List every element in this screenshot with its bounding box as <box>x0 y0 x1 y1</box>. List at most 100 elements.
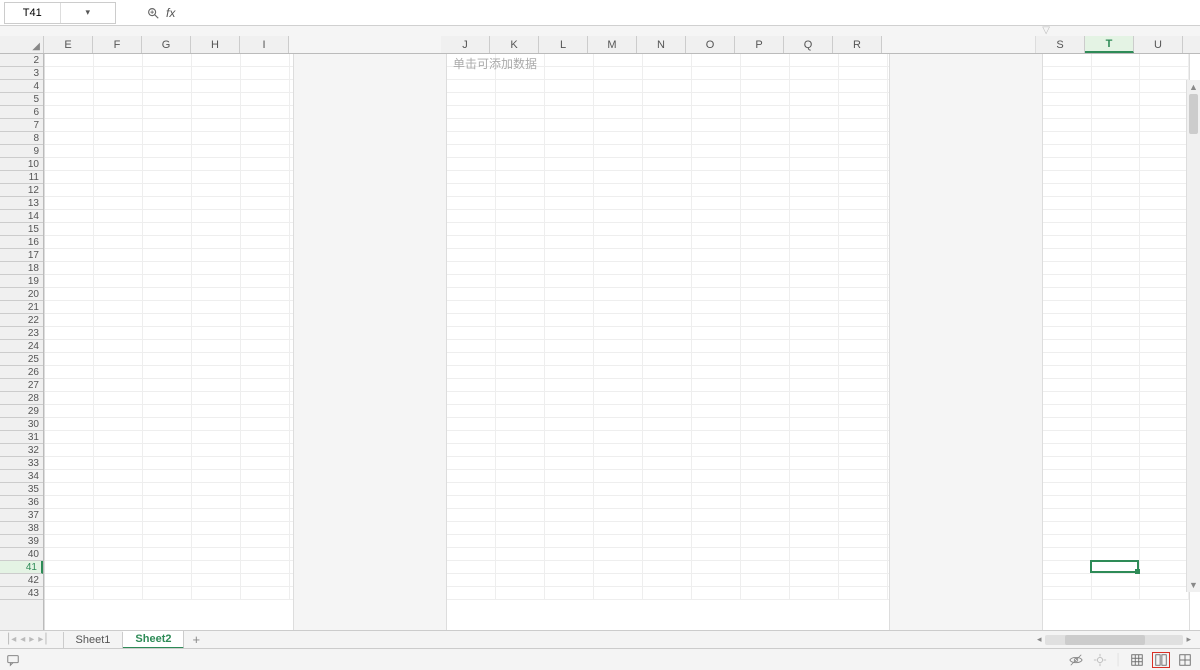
column-header-P[interactable]: P <box>735 36 784 53</box>
row-header-2[interactable]: 2 <box>0 54 43 67</box>
normal-view-button[interactable] <box>1128 652 1146 668</box>
row-header-30[interactable]: 30 <box>0 418 43 431</box>
row-header-43[interactable]: 43 <box>0 587 43 600</box>
scroll-track[interactable] <box>1187 94 1200 578</box>
column-header-F[interactable]: F <box>93 36 142 53</box>
tab-prev-icon[interactable]: ◂ <box>20 634 25 645</box>
column-header-R[interactable]: R <box>833 36 882 53</box>
row-header-37[interactable]: 37 <box>0 509 43 522</box>
target-icon[interactable] <box>1091 652 1109 668</box>
tab-next-icon[interactable]: ▸ <box>29 634 34 645</box>
row-header-40[interactable]: 40 <box>0 548 43 561</box>
row-header-36[interactable]: 36 <box>0 496 43 509</box>
sheet-tab-sheet1[interactable]: Sheet1 <box>63 632 124 648</box>
page-layout-view-button[interactable] <box>1152 652 1170 668</box>
row-header-7[interactable]: 7 <box>0 119 43 132</box>
column-header-U[interactable]: U <box>1134 36 1183 53</box>
row-header-10[interactable]: 10 <box>0 158 43 171</box>
page-gap <box>890 54 1042 632</box>
row-header-29[interactable]: 29 <box>0 405 43 418</box>
row-header-6[interactable]: 6 <box>0 106 43 119</box>
page-gap <box>294 54 446 632</box>
split-marker-icon[interactable]: ▽ <box>1042 25 1050 36</box>
hscroll-thumb[interactable] <box>1065 635 1145 645</box>
hscroll-left-icon[interactable]: ◂ <box>1034 634 1045 645</box>
page-block-2: 单击可添加数据 <box>446 54 890 632</box>
row-header-5[interactable]: 5 <box>0 93 43 106</box>
row-header-38[interactable]: 38 <box>0 522 43 535</box>
fx-button[interactable]: fx <box>166 6 175 20</box>
row-header-20[interactable]: 20 <box>0 288 43 301</box>
column-header-O[interactable]: O <box>686 36 735 53</box>
row-header-34[interactable]: 34 <box>0 470 43 483</box>
row-header-28[interactable]: 28 <box>0 392 43 405</box>
formula-input[interactable] <box>183 3 1200 23</box>
row-header-42[interactable]: 42 <box>0 574 43 587</box>
row-header-3[interactable]: 3 <box>0 67 43 80</box>
ruler-strip: ▽ <box>0 26 1200 36</box>
column-header-S[interactable]: S <box>1036 36 1085 53</box>
row-header-26[interactable]: 26 <box>0 366 43 379</box>
row-header-15[interactable]: 15 <box>0 223 43 236</box>
row-header-33[interactable]: 33 <box>0 457 43 470</box>
row-header-18[interactable]: 18 <box>0 262 43 275</box>
eye-icon[interactable] <box>1067 652 1085 668</box>
select-all-corner[interactable]: ◢ <box>0 36 44 53</box>
column-header-E[interactable]: E <box>44 36 93 53</box>
row-header-32[interactable]: 32 <box>0 444 43 457</box>
row-header-21[interactable]: 21 <box>0 301 43 314</box>
column-header-N[interactable]: N <box>637 36 686 53</box>
row-header-19[interactable]: 19 <box>0 275 43 288</box>
add-data-placeholder[interactable]: 单击可添加数据 <box>453 55 537 72</box>
page-block-3 <box>1042 54 1190 632</box>
comments-icon[interactable] <box>6 653 20 667</box>
scroll-up-icon[interactable]: ▲ <box>1187 80 1200 94</box>
row-header-31[interactable]: 31 <box>0 431 43 444</box>
column-header-L[interactable]: L <box>539 36 588 53</box>
column-header-J[interactable]: J <box>441 36 490 53</box>
column-header-I[interactable]: I <box>240 36 289 53</box>
row-header-39[interactable]: 39 <box>0 535 43 548</box>
page-gap <box>289 36 441 53</box>
tab-nav: ⎮◂ ◂ ▸ ▸⎮ <box>6 634 49 645</box>
column-header-M[interactable]: M <box>588 36 637 53</box>
zoom-fx-icon[interactable] <box>146 6 160 20</box>
hscroll-track[interactable] <box>1045 635 1184 645</box>
row-header-12[interactable]: 12 <box>0 184 43 197</box>
row-header-13[interactable]: 13 <box>0 197 43 210</box>
row-header-16[interactable]: 16 <box>0 236 43 249</box>
column-header-T[interactable]: T <box>1085 36 1134 53</box>
name-box[interactable]: T41 ▾ <box>4 2 116 24</box>
row-header-8[interactable]: 8 <box>0 132 43 145</box>
vertical-scrollbar[interactable]: ▲ ▼ <box>1186 80 1200 592</box>
column-header-Q[interactable]: Q <box>784 36 833 53</box>
row-header-17[interactable]: 17 <box>0 249 43 262</box>
row-header-11[interactable]: 11 <box>0 171 43 184</box>
column-header-H[interactable]: H <box>191 36 240 53</box>
sheet-tabs-bar: ⎮◂ ◂ ▸ ▸⎮ Sheet1 Sheet2 + ◂ ▸ <box>0 630 1200 648</box>
page-break-view-button[interactable] <box>1176 652 1194 668</box>
tab-last-icon[interactable]: ▸⎮ <box>38 634 48 645</box>
row-header-24[interactable]: 24 <box>0 340 43 353</box>
scroll-thumb[interactable] <box>1189 94 1198 134</box>
tab-first-icon[interactable]: ⎮◂ <box>6 634 16 645</box>
row-header-14[interactable]: 14 <box>0 210 43 223</box>
row-headers: 2345678910111213141516171819202122232425… <box>0 54 44 632</box>
row-header-22[interactable]: 22 <box>0 314 43 327</box>
row-header-27[interactable]: 27 <box>0 379 43 392</box>
horizontal-scrollbar[interactable]: ◂ ▸ <box>1034 634 1194 646</box>
column-header-K[interactable]: K <box>490 36 539 53</box>
row-header-23[interactable]: 23 <box>0 327 43 340</box>
cells-area[interactable]: 单击可添加数据 <box>44 54 1200 632</box>
hscroll-right-icon[interactable]: ▸ <box>1183 634 1194 645</box>
sheet-tab-sheet2[interactable]: Sheet2 <box>123 631 184 649</box>
column-header-G[interactable]: G <box>142 36 191 53</box>
row-header-35[interactable]: 35 <box>0 483 43 496</box>
scroll-down-icon[interactable]: ▼ <box>1187 578 1200 592</box>
add-sheet-button[interactable]: + <box>192 632 200 647</box>
row-header-9[interactable]: 9 <box>0 145 43 158</box>
row-header-41[interactable]: 41 <box>0 561 43 574</box>
row-header-4[interactable]: 4 <box>0 80 43 93</box>
row-header-25[interactable]: 25 <box>0 353 43 366</box>
name-box-dropdown-icon[interactable]: ▾ <box>60 3 116 23</box>
